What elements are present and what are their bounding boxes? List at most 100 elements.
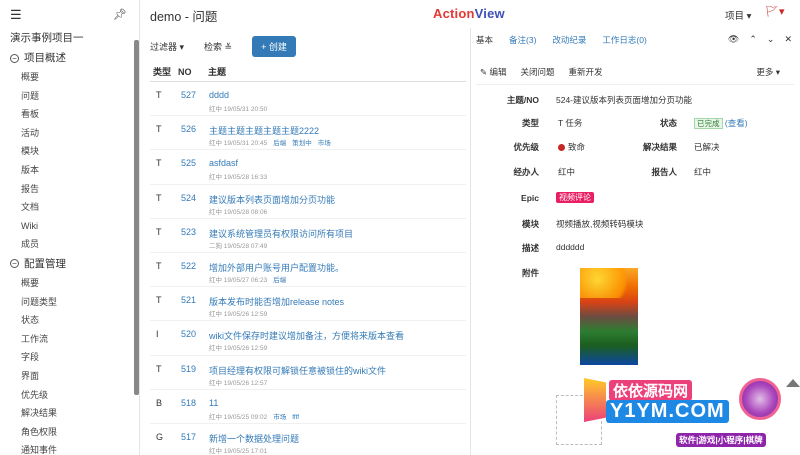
table-row[interactable]: B 518 11 红中 19/05/25 09:02 市场 ffff <box>150 390 466 424</box>
col-title[interactable]: 主题 <box>208 65 226 78</box>
watermark-line1: 依依源码网 <box>609 380 693 401</box>
issue-number[interactable]: 521 <box>181 295 196 305</box>
sidebar-item[interactable]: 角色权限 <box>0 423 139 442</box>
issue-title[interactable]: 增加外部用户账号用户配置功能。 <box>209 261 344 274</box>
project-title[interactable]: 演示事例项目一 <box>0 28 139 48</box>
issue-number[interactable]: 519 <box>181 364 196 374</box>
menu-icon[interactable]: ☰ <box>10 8 22 21</box>
tab-comments[interactable]: 备注(3) <box>509 34 536 46</box>
issue-title[interactable]: dddd <box>209 90 229 100</box>
close-icon[interactable]: ✕ <box>784 34 792 45</box>
sidebar-item[interactable]: 版本 <box>0 161 139 180</box>
priority-text: 致命 <box>568 142 586 152</box>
issue-number[interactable]: 524 <box>181 193 196 203</box>
table-row[interactable]: T 527 dddd 红中 19/05/31 20:50 <box>150 82 466 117</box>
sidebar-item[interactable]: 优先级 <box>0 386 139 405</box>
table-row[interactable]: T 522 增加外部用户账号用户配置功能。 红中 19/05/27 06:23 后端 <box>150 253 466 288</box>
tab-worklog[interactable]: 工作日志(0) <box>602 34 646 46</box>
chevron-up-icon[interactable]: ⌃ <box>749 34 757 45</box>
issue-label[interactable]: 后端 <box>273 277 286 284</box>
sidebar-item[interactable]: 字段 <box>0 348 139 367</box>
sidebar-item[interactable]: 问题类型 <box>0 293 139 312</box>
reopen-button[interactable]: 重新开发 <box>569 66 603 78</box>
sidebar-item[interactable]: 报告 <box>0 180 139 199</box>
sidebar-scrollbar[interactable] <box>134 40 139 395</box>
issue-number[interactable]: 520 <box>181 329 196 339</box>
table-row[interactable]: T 525 asfdasf 红中 19/05/28 16:33 <box>150 150 466 185</box>
issue-title[interactable]: asfdasf <box>209 158 238 168</box>
watch-icon[interactable]: 👁︎ <box>728 34 739 45</box>
table-row[interactable]: I 520 wiki文件保存时建议增加备注，方便将来版本查看 红中 19/05/26 … <box>150 321 466 356</box>
collapse-icon[interactable]: − <box>10 53 19 63</box>
tab-history[interactable]: 改动纪录 <box>552 34 586 46</box>
status-view-link[interactable]: (查看) <box>725 118 748 128</box>
issue-label[interactable]: 策划中 <box>292 140 312 147</box>
logo-text-action: Action <box>433 6 475 21</box>
create-button[interactable]: + 创建 <box>252 35 296 57</box>
user-avatar-icon[interactable]: 🚩︎▾ <box>765 5 785 18</box>
sidebar-item[interactable]: 模块 <box>0 142 139 161</box>
table-row[interactable]: T 523 建议系统管理员有权限访问所有项目 二狗 19/05/28 07:49 <box>150 219 466 253</box>
issue-number[interactable]: 517 <box>181 432 196 442</box>
issue-title[interactable]: 版本发布时能否增加release notes <box>209 295 344 308</box>
sidebar-section-header[interactable]: − 项目概述 <box>0 48 139 68</box>
reporter-label: 报告人 <box>651 167 677 177</box>
issue-number[interactable]: 526 <box>181 124 196 134</box>
issue-label[interactable]: 后端 <box>273 140 286 147</box>
sidebar-item[interactable]: 解决结果 <box>0 404 139 423</box>
table-row[interactable]: T 526 主题主题主题主题主题2222 红中 19/05/31 20:45 后端 策划中… <box>150 116 466 151</box>
table-row[interactable]: T 524 建议版本列表页面增加分页功能 红中 19/05/28 08:06 <box>150 185 466 219</box>
sidebar-item[interactable]: 通知事件 <box>0 441 139 455</box>
sidebar-item[interactable]: 成员 <box>0 235 139 254</box>
tab-basic[interactable]: 基本 <box>476 34 493 46</box>
sidebar-item[interactable]: 界面 <box>0 367 139 386</box>
close-issue-button[interactable]: 关闭问题 <box>520 66 554 78</box>
filter-dropdown[interactable]: 过滤器 ▾ <box>150 40 184 53</box>
issue-label[interactable]: ffff <box>292 414 299 421</box>
table-row[interactable]: T 519 项目经理有权限可解锁任意被锁住的wiki文件 红中 19/05/26 12… <box>150 356 466 390</box>
issue-title[interactable]: 项目经理有权限可解锁任意被锁住的wiki文件 <box>209 364 386 377</box>
issue-meta: 红中 19/05/31 20:50 <box>209 103 267 113</box>
issue-title[interactable]: 新增一个数据处理问题 <box>209 432 299 445</box>
issue-number[interactable]: 527 <box>181 90 196 100</box>
sidebar-item[interactable]: 问题 <box>0 87 139 106</box>
issue-title[interactable]: 建议版本列表页面增加分页功能 <box>209 193 335 206</box>
sidebar-item[interactable]: 看板 <box>0 105 139 124</box>
issue-number[interactable]: 523 <box>181 227 196 237</box>
issue-number[interactable]: 525 <box>181 158 196 168</box>
collapse-icon[interactable]: − <box>10 259 19 269</box>
issue-type: T <box>156 363 162 374</box>
issue-title[interactable]: wiki文件保存时建议增加备注，方便将来版本查看 <box>209 329 404 342</box>
table-row[interactable]: G 517 新增一个数据处理问题 红中 19/05/25 17:01 <box>150 424 466 455</box>
issue-title[interactable]: 11 <box>209 398 218 408</box>
attachment-thumbnail[interactable] <box>580 268 638 365</box>
issue-label[interactable]: 市场 <box>273 414 286 421</box>
epic-tag[interactable]: 视频评论 <box>556 192 594 203</box>
sidebar-item[interactable]: 活动 <box>0 124 139 143</box>
pane-divider[interactable] <box>470 28 471 455</box>
sidebar-item[interactable]: 工作流 <box>0 330 139 349</box>
app-logo[interactable]: ActionView <box>433 6 505 21</box>
table-row[interactable]: T 521 版本发布时能否增加release notes 红中 19/05/26 12… <box>150 287 466 322</box>
col-type[interactable]: 类型 <box>150 65 178 78</box>
edit-button[interactable]: ✎ 编辑 <box>480 66 506 78</box>
issue-number[interactable]: 518 <box>181 398 196 408</box>
type-value: T 任务 <box>558 118 583 128</box>
chevron-down-icon[interactable]: ⌄ <box>767 34 775 45</box>
page-title: demo - 问题 <box>150 10 218 24</box>
issue-title[interactable]: 建议系统管理员有权限访问所有项目 <box>209 227 353 240</box>
sidebar-item[interactable]: 状态 <box>0 311 139 330</box>
sidebar-section-header[interactable]: − 配置管理 <box>0 254 139 274</box>
pin-icon[interactable]: 📌︎ <box>113 8 127 21</box>
sidebar-item[interactable]: 文档 <box>0 198 139 217</box>
search-dropdown[interactable]: 检索 ≚ <box>204 40 232 53</box>
project-menu[interactable]: 项目 ▾ <box>725 8 751 22</box>
more-dropdown[interactable]: 更多 ▾ <box>756 66 780 78</box>
issue-title[interactable]: 主题主题主题主题主题2222 <box>209 124 319 137</box>
sidebar-item[interactable]: 概要 <box>0 68 139 87</box>
issue-number[interactable]: 522 <box>181 261 196 271</box>
sidebar-item[interactable]: 概要 <box>0 274 139 293</box>
sidebar-item[interactable]: Wiki <box>0 217 139 236</box>
issue-label[interactable]: 市场 <box>318 140 331 147</box>
col-no[interactable]: NO <box>178 67 208 77</box>
